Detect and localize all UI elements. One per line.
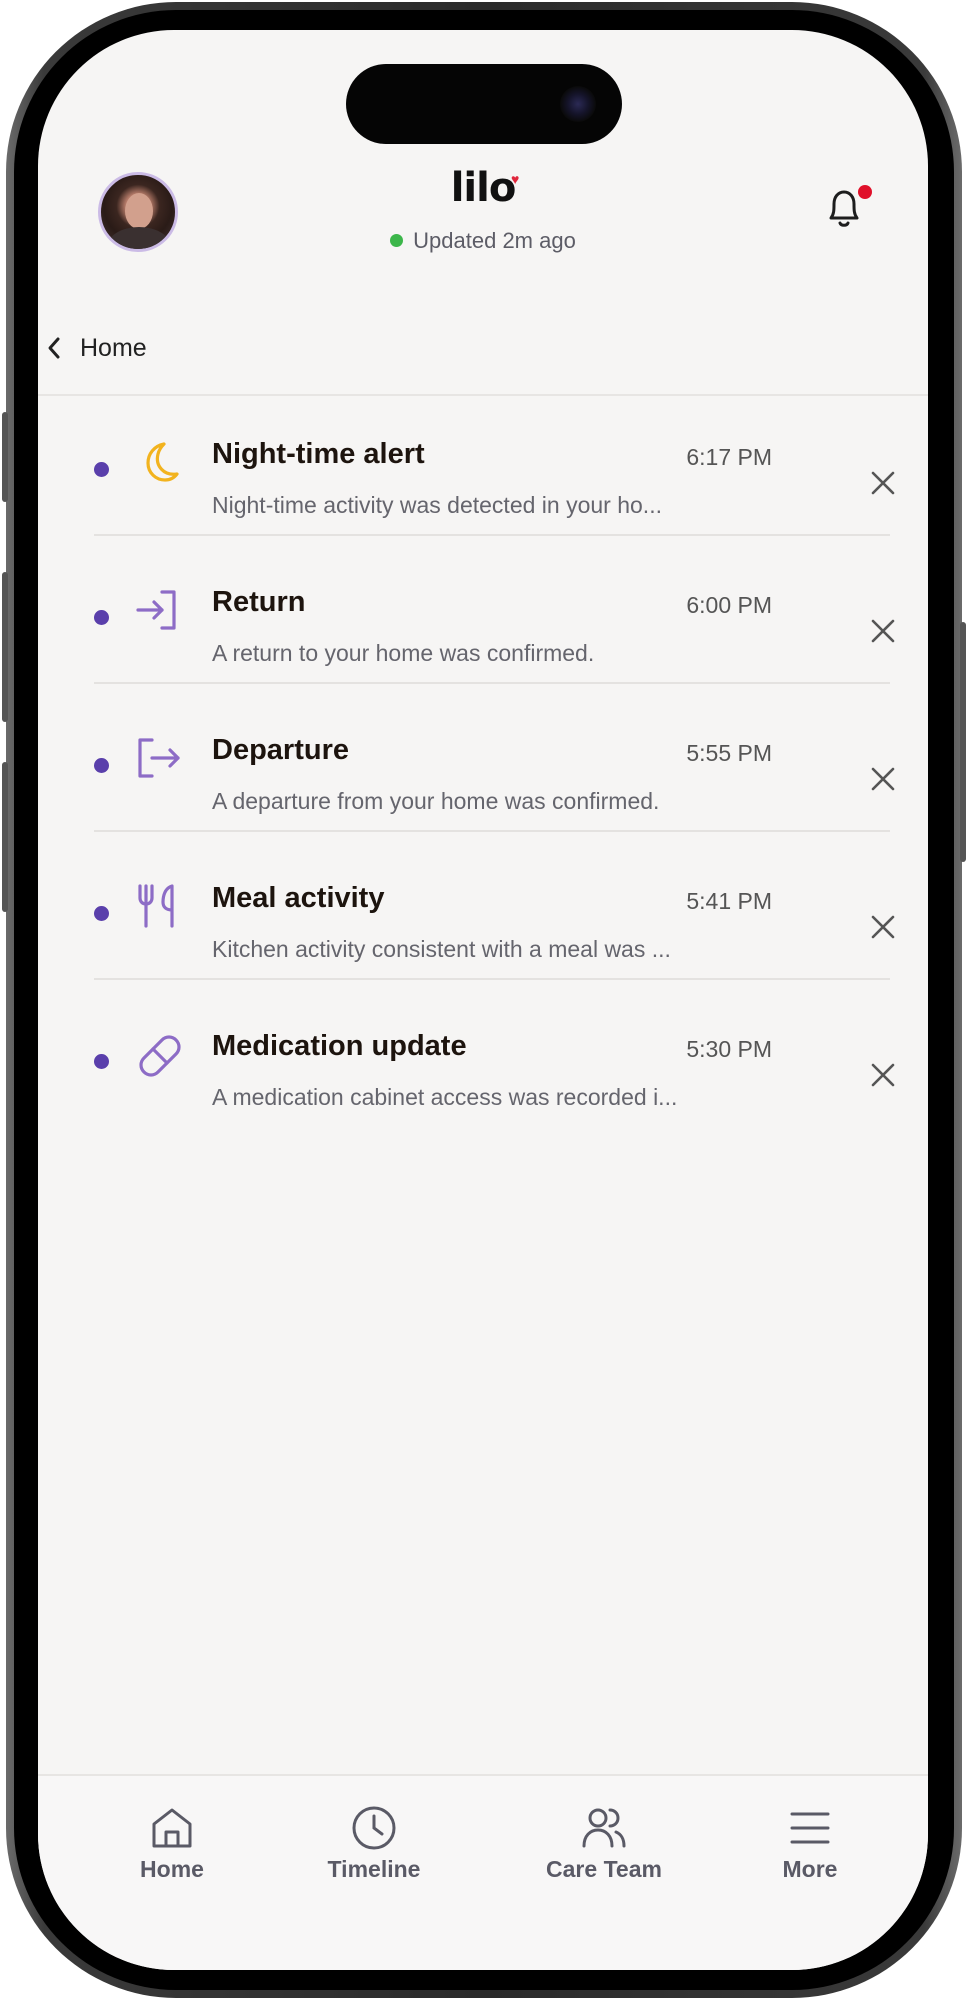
back-button[interactable]: Home: [46, 328, 147, 368]
notification-item[interactable]: Departure 5:55 PM A departure from your …: [94, 684, 895, 832]
notification-title: Medication update: [212, 1030, 467, 1062]
volume-up-button: [2, 572, 8, 722]
tab-more[interactable]: More: [730, 1804, 890, 1883]
people-icon: [582, 1808, 626, 1848]
notification-badge: [858, 185, 872, 199]
update-status: Updated 2m ago: [38, 228, 928, 254]
unread-dot: [94, 610, 109, 625]
utensils-icon: [138, 884, 174, 928]
notification-description: Night-time activity was detected in your…: [212, 492, 662, 518]
unread-dot: [94, 462, 109, 477]
chevron-left-icon: [48, 337, 60, 359]
tab-timeline[interactable]: Timeline: [294, 1804, 454, 1883]
notification-item[interactable]: Medication update 5:30 PM A medication c…: [94, 980, 895, 1128]
volume-down-button: [2, 762, 8, 912]
pill-icon: [139, 1035, 181, 1077]
bottom-nav: Home Timeline Care Team More: [38, 1774, 928, 1970]
status-dot-icon: [390, 234, 404, 247]
notification-description: Kitchen activity consistent with a meal …: [212, 936, 671, 962]
tab-label: Care Team: [546, 1856, 662, 1882]
tab-label: Timeline: [327, 1856, 421, 1882]
home-icon: [152, 1808, 192, 1848]
notification-item[interactable]: Night-time alert 6:17 PM Night-time acti…: [94, 388, 895, 536]
notification-item[interactable]: Return 6:00 PM A return to your home was…: [94, 536, 895, 684]
close-icon[interactable]: [870, 470, 896, 496]
notification-time: 6:17 PM: [686, 444, 772, 470]
notification-title: Night-time alert: [212, 438, 425, 470]
notification-description: A departure from your home was confirmed…: [212, 788, 660, 814]
notification-item[interactable]: Meal activity 5:41 PM Kitchen activity c…: [94, 832, 895, 980]
logout-arrow-icon: [138, 738, 180, 778]
notification-description: A medication cabinet access was recorded…: [212, 1084, 678, 1110]
notification-title: Return: [212, 586, 306, 618]
moon-icon: [146, 442, 179, 482]
camera-icon: [560, 86, 596, 122]
power-button: [960, 622, 966, 862]
dynamic-island: [346, 64, 622, 144]
breadcrumb-label: Home: [80, 333, 147, 362]
notification-time: 5:30 PM: [686, 1036, 772, 1062]
unread-dot: [94, 1054, 109, 1069]
action-button: [2, 412, 8, 502]
heart-icon: ♥: [511, 171, 520, 187]
close-icon[interactable]: [870, 1062, 896, 1088]
tab-home[interactable]: Home: [92, 1804, 252, 1883]
clock-icon: [352, 1806, 396, 1850]
unread-dot: [94, 906, 109, 921]
tab-label: More: [782, 1856, 838, 1882]
unread-dot: [94, 758, 109, 773]
notification-title: Meal activity: [212, 882, 385, 914]
close-icon[interactable]: [870, 618, 896, 644]
tab-label: Home: [140, 1856, 204, 1882]
login-arrow-icon: [136, 590, 176, 630]
update-status-text: Updated 2m ago: [413, 228, 576, 253]
app-screen: lilo ♥ Updated 2m ago Home Night-time al…: [38, 30, 928, 1970]
notification-title: Departure: [212, 734, 349, 766]
close-icon[interactable]: [870, 914, 896, 940]
menu-icon: [790, 1812, 830, 1844]
notification-time: 5:55 PM: [686, 740, 772, 766]
tab-care-team[interactable]: Care Team: [524, 1804, 684, 1883]
notification-description: A return to your home was confirmed.: [212, 640, 595, 666]
close-icon[interactable]: [870, 766, 896, 792]
notification-time: 6:00 PM: [686, 592, 772, 618]
app-logo: lilo: [450, 165, 517, 211]
notification-time: 5:41 PM: [686, 888, 772, 914]
